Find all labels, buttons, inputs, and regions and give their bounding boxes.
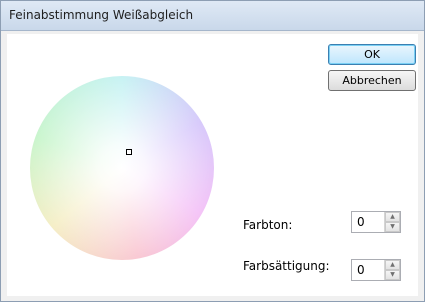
hue-spinbox[interactable]: 0 ▲ ▼ [351, 211, 401, 233]
hue-decrease-icon[interactable]: ▼ [385, 222, 400, 232]
window-title: Feinabstimmung Weißabgleich [9, 8, 194, 22]
hue-increase-icon[interactable]: ▲ [385, 212, 400, 222]
hue-label: Farbton: [243, 218, 293, 232]
saturation-decrease-icon[interactable]: ▼ [385, 270, 400, 280]
color-wheel[interactable] [30, 76, 214, 260]
ok-button[interactable]: OK [328, 44, 416, 65]
hue-value[interactable]: 0 [357, 215, 365, 229]
saturation-spin-buttons: ▲ ▼ [384, 260, 400, 280]
wheel-position-marker[interactable] [126, 149, 132, 155]
saturation-increase-icon[interactable]: ▲ [385, 260, 400, 270]
hue-spin-buttons: ▲ ▼ [384, 212, 400, 232]
title-bar[interactable]: Feinabstimmung Weißabgleich [1, 1, 424, 31]
saturation-value[interactable]: 0 [357, 263, 365, 277]
saturation-spinbox[interactable]: 0 ▲ ▼ [351, 259, 401, 281]
dialog-content: OK Abbrechen Farbton: 0 ▲ ▼ Farbsättigun… [7, 34, 418, 296]
cancel-button[interactable]: Abbrechen [328, 70, 416, 91]
saturation-label: Farbsättigung: [243, 259, 330, 273]
dialog-window: Feinabstimmung Weißabgleich OK Abbrechen… [0, 0, 425, 302]
